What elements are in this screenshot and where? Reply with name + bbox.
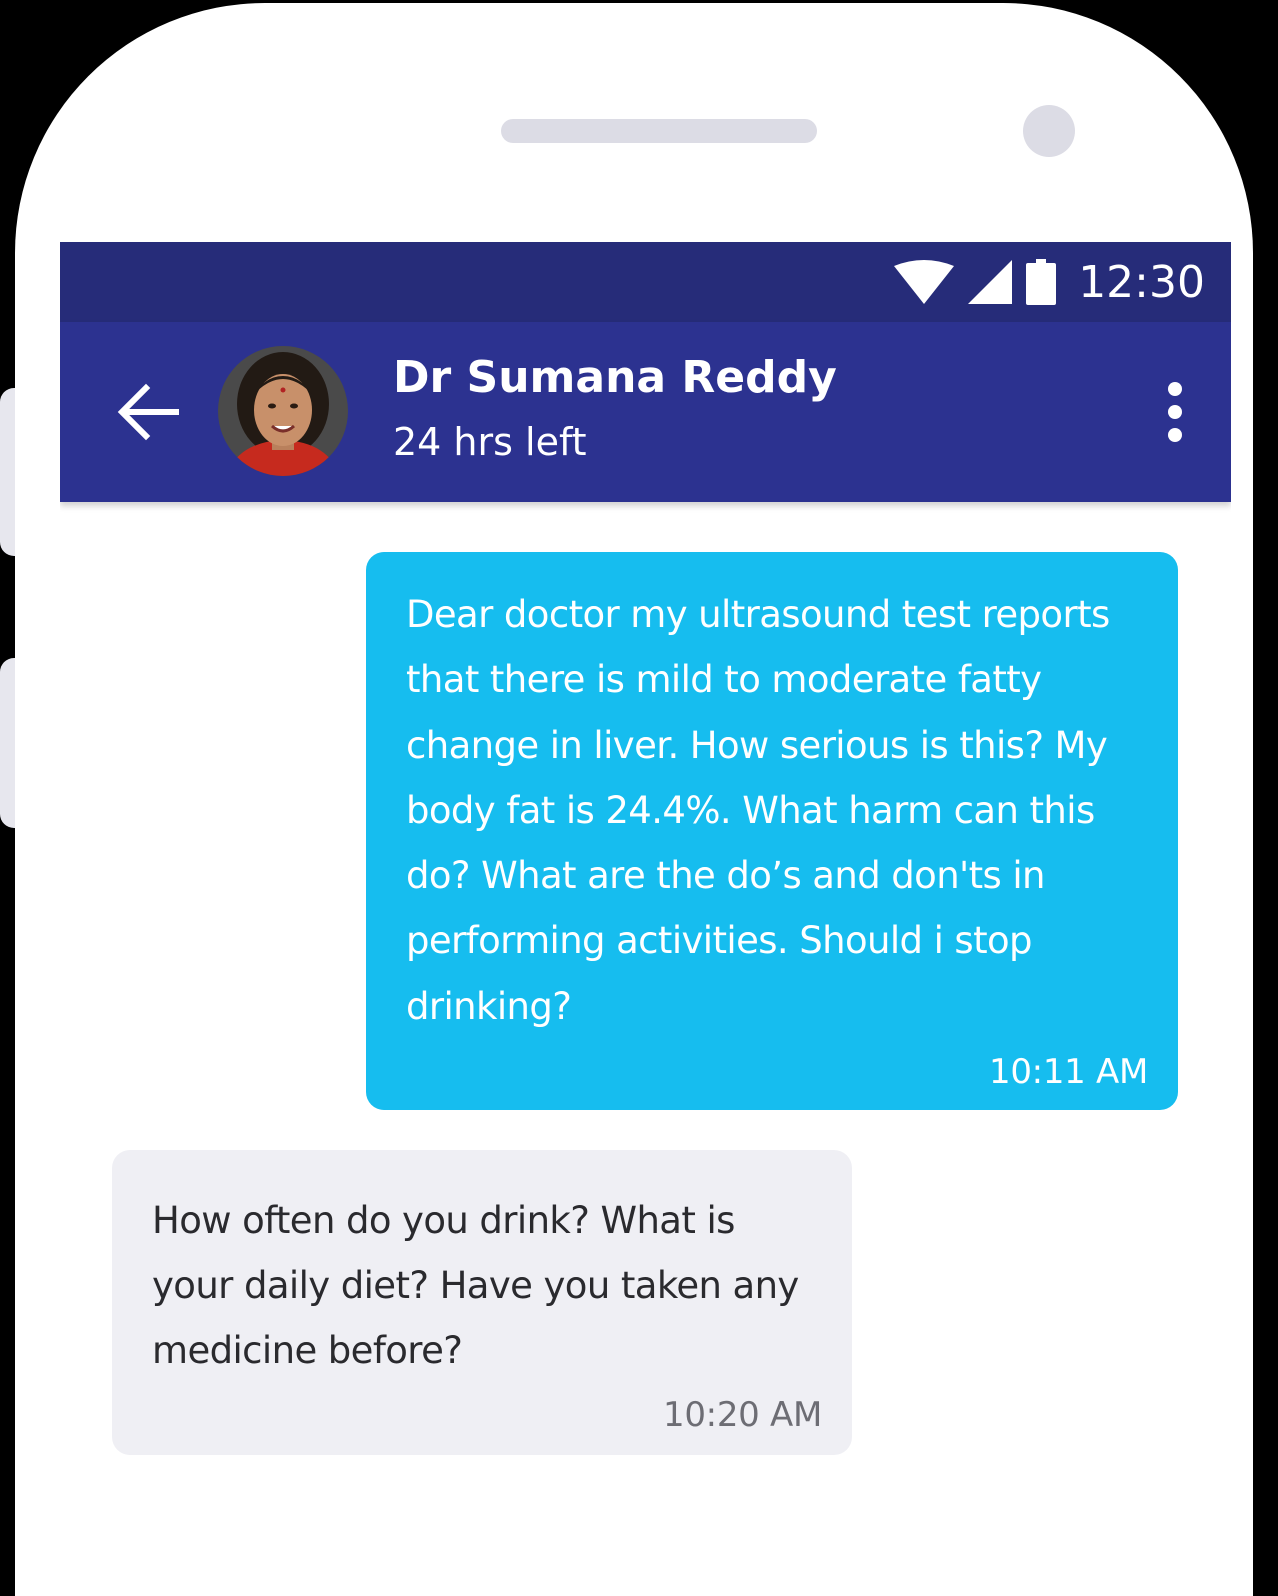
- back-button[interactable]: [116, 380, 180, 444]
- received-message[interactable]: How often do you drink? What is your dai…: [112, 1150, 852, 1455]
- message-time: 10:11 AM: [989, 1052, 1148, 1092]
- chat-header: Dr Sumana Reddy 24 hrs left: [60, 322, 1231, 502]
- message-text: How often do you drink? What is your dai…: [152, 1199, 799, 1372]
- arrow-left-icon: [117, 383, 179, 441]
- front-camera: [1023, 105, 1075, 157]
- signal-icon: [968, 260, 1013, 304]
- message-text: Dear doctor my ultrasound test reports t…: [406, 593, 1110, 1028]
- sent-message[interactable]: Dear doctor my ultrasound test reports t…: [366, 552, 1178, 1110]
- status-bar: 12:30: [60, 242, 1231, 322]
- message-time: 10:20 AM: [663, 1395, 822, 1435]
- more-options-button[interactable]: [1151, 382, 1199, 442]
- device-mockup: 12:30 Dr Sumana Reddy 24 hrs left Dear d…: [0, 0, 1278, 1596]
- status-time: 12:30: [1078, 256, 1205, 308]
- wifi-icon: [894, 260, 955, 304]
- status-icons: 12:30: [894, 242, 1205, 322]
- chat-screen: 12:30 Dr Sumana Reddy 24 hrs left Dear d…: [60, 242, 1231, 1596]
- battery-icon: [1026, 259, 1057, 305]
- earpiece-speaker: [501, 119, 817, 143]
- more-vertical-icon: [1168, 382, 1182, 442]
- avatar-image: [218, 346, 348, 476]
- consultation-time-left: 24 hrs left: [393, 420, 587, 464]
- doctor-avatar[interactable]: [218, 346, 348, 476]
- contact-name[interactable]: Dr Sumana Reddy: [393, 352, 837, 403]
